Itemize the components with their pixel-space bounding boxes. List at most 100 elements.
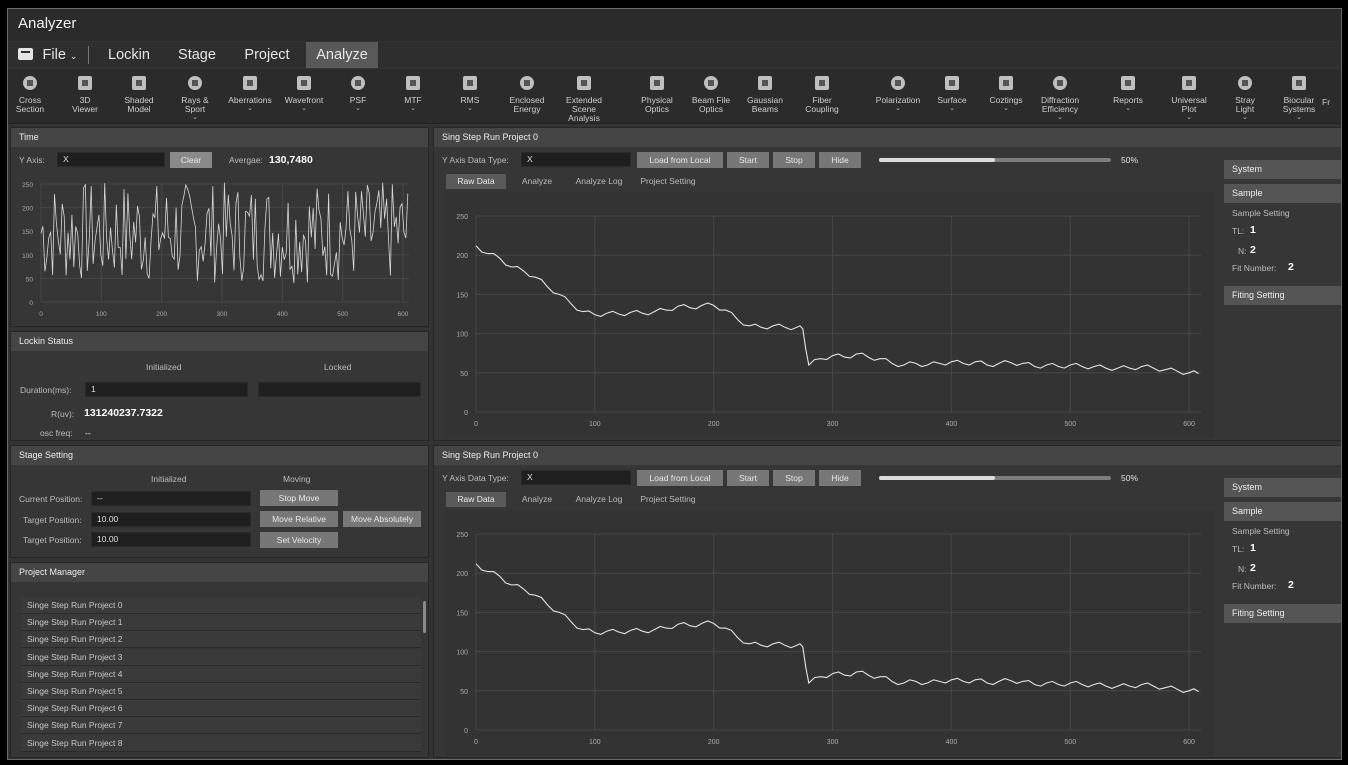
project-list-item[interactable]: Singe Step Run Project 8: [21, 734, 421, 752]
y-tick-label: 200: [22, 206, 33, 213]
fitting-setting-header[interactable]: Fiting Setting: [1224, 604, 1341, 623]
project-list-item[interactable]: Singe Step Run Project 1: [21, 614, 421, 632]
tl-label: TL:: [1232, 226, 1245, 236]
locked-input[interactable]: [258, 382, 421, 397]
current-position-input[interactable]: --: [91, 491, 251, 506]
sample-section-header[interactable]: Sample: [1224, 502, 1341, 521]
x-tick-label: 200: [708, 421, 720, 428]
toolbar-button-diffraction[interactable]: Diffraction Efficiency ⌄: [1030, 72, 1090, 121]
project-manager-panel: Project Manager Singe Step Run Project 0…: [10, 562, 429, 758]
toolbar-button-rms[interactable]: RMS ⌄: [440, 72, 500, 112]
toolbar-button-biocular[interactable]: Biocular Systems ⌄: [1269, 72, 1329, 121]
hide-button[interactable]: Hide: [819, 470, 861, 486]
toolbar-button-3d-viewer[interactable]: 3D Viewer: [55, 72, 115, 114]
toolbar-button-beam-file[interactable]: Beam File Optics: [681, 72, 741, 114]
biocular-icon: [1292, 76, 1306, 90]
x-tick-label: 300: [827, 739, 839, 746]
toolbar-button-cross-section[interactable]: Cross Section: [8, 72, 60, 114]
system-section-header[interactable]: System: [1224, 478, 1341, 497]
toolbar-button-physical-optics[interactable]: Physical Optics: [627, 72, 687, 114]
duration-input[interactable]: 1: [85, 382, 248, 397]
fitting-setting-header[interactable]: Fiting Setting: [1224, 286, 1341, 305]
sample-section-header[interactable]: Sample: [1224, 184, 1341, 203]
move-absolutely-button[interactable]: Move Absolutely: [343, 511, 421, 527]
target-position-input[interactable]: 10.00: [91, 512, 251, 527]
y-tick-label: 200: [456, 253, 468, 260]
x-tick-label: 200: [156, 311, 167, 318]
toolbar-button-enclosed-energy[interactable]: Enclosed Energy: [497, 72, 557, 114]
toolbar-button-psf[interactable]: PSF ⌄: [328, 72, 388, 112]
stop-button[interactable]: Stop: [773, 152, 815, 168]
tab-raw-data[interactable]: Raw Data: [446, 492, 506, 507]
tab-analyze-log[interactable]: Analyze Log: [570, 492, 628, 507]
target-position-input[interactable]: 10.00: [91, 532, 251, 547]
move-relative-button[interactable]: Move Relative: [260, 511, 338, 527]
chevron-down-icon: ⌄: [895, 105, 901, 112]
toolbar-button-stray-light[interactable]: Stray Light ⌄: [1215, 72, 1275, 121]
toolbar-button-extended-scene[interactable]: Extended Scene Analysis: [554, 72, 614, 123]
load-from-local-button[interactable]: Load from Local: [637, 152, 723, 168]
menu-separator: [88, 46, 89, 64]
progress-bar: [879, 158, 1111, 162]
tab-project-setting[interactable]: Project Setting: [632, 174, 704, 189]
system-section-header[interactable]: System: [1224, 160, 1341, 179]
tab-raw-data[interactable]: Raw Data: [446, 174, 506, 189]
project-list-item[interactable]: Singe Step Run Project 5: [21, 683, 421, 700]
toolbar-button-more[interactable]: Fr: [1322, 72, 1341, 107]
toolbar-button-universal-plot[interactable]: Universal Plot ⌄: [1159, 72, 1219, 121]
project-list-item[interactable]: Singe Step Run Project 3: [21, 648, 421, 666]
toolbar-button-reports[interactable]: Reports ⌄: [1098, 72, 1158, 112]
chevron-down-icon: ⌄: [1125, 105, 1131, 112]
toolbar-button-fiber-coupling[interactable]: Fiber Coupling: [792, 72, 852, 114]
analysis-toolbar: Cross Section 3D Viewer Shaded Model Rays &…: [8, 69, 1341, 124]
toolbar-button-gaussian-beams[interactable]: Gaussian Beams: [735, 72, 795, 114]
tab-project-setting[interactable]: Project Setting: [632, 492, 704, 507]
toolbar-button-label: Diffraction Efficiency: [1040, 95, 1080, 114]
project-list-item[interactable]: Singe Step Run Project 6: [21, 700, 421, 718]
project-list-item[interactable]: Singe Step Run Project 0: [21, 597, 421, 614]
hide-button[interactable]: Hide: [819, 152, 861, 168]
start-button[interactable]: Start: [727, 152, 769, 168]
clear-button[interactable]: Clear: [170, 152, 212, 168]
toolbar-button-wavefront[interactable]: Wavefront ⌄: [274, 72, 334, 112]
project-list-item[interactable]: Singe Step Run Project 4: [21, 665, 421, 683]
toolbar-button-shaded-model[interactable]: Shaded Model: [109, 72, 169, 114]
y-axis-data-type-input[interactable]: X: [521, 152, 631, 167]
y-tick-label: 0: [464, 728, 468, 735]
toolbar-button-mtf[interactable]: MTF ⌄: [383, 72, 443, 112]
menu-file[interactable]: File ⌄: [38, 42, 82, 68]
y-axis-data-type-input[interactable]: X: [521, 470, 631, 485]
load-from-local-button[interactable]: Load from Local: [637, 470, 723, 486]
toolbar-button-rays[interactable]: Rays & Sport ⌄: [165, 72, 225, 121]
toolbar-button-label: Fiber Coupling: [805, 95, 839, 114]
stop-button[interactable]: Stop: [773, 470, 815, 486]
tab-analyze[interactable]: Analyze: [508, 174, 566, 189]
toolbar-button-coatings[interactable]: Coztings ⌄: [976, 72, 1036, 112]
y-tick-label: 50: [26, 276, 34, 283]
menu-stage[interactable]: Stage: [166, 42, 228, 68]
toolbar-button-polarization[interactable]: Polarization ⌄: [868, 72, 928, 112]
set-velocity-button[interactable]: Set Velocity: [260, 532, 338, 548]
menu-analyze[interactable]: Analyze: [306, 42, 378, 68]
stray-light-icon: [1238, 76, 1252, 90]
menu-lockin[interactable]: Lockin: [96, 42, 162, 68]
menu-project[interactable]: Project: [233, 42, 301, 68]
toolbar-button-aberrations[interactable]: Aberrations ⌄: [220, 72, 280, 112]
project-list-item[interactable]: Singe Step Run Project 2: [21, 631, 421, 649]
y-axis-input[interactable]: X: [57, 152, 165, 167]
toolbar-button-label: Gaussian Beams: [747, 95, 783, 114]
panel-title: Project Manager: [11, 563, 428, 582]
coatings-icon: [999, 76, 1013, 90]
project-list-scrollbar[interactable]: [423, 601, 426, 633]
project-list-item[interactable]: Singe Step Run Project 7: [21, 717, 421, 735]
tab-analyze-log[interactable]: Analyze Log: [570, 174, 628, 189]
toolbar-button-surface[interactable]: Surface ⌄: [922, 72, 982, 112]
x-tick-label: 0: [39, 311, 43, 318]
fit-number-label: Fit Number:: [1232, 263, 1277, 273]
sample-setting-label: Sample Setting: [1232, 208, 1290, 218]
start-button[interactable]: Start: [727, 470, 769, 486]
y-tick-label: 150: [456, 292, 468, 299]
stop-move-button[interactable]: Stop Move: [260, 490, 338, 506]
tab-analyze[interactable]: Analyze: [508, 492, 566, 507]
y-tick-label: 200: [456, 571, 468, 578]
